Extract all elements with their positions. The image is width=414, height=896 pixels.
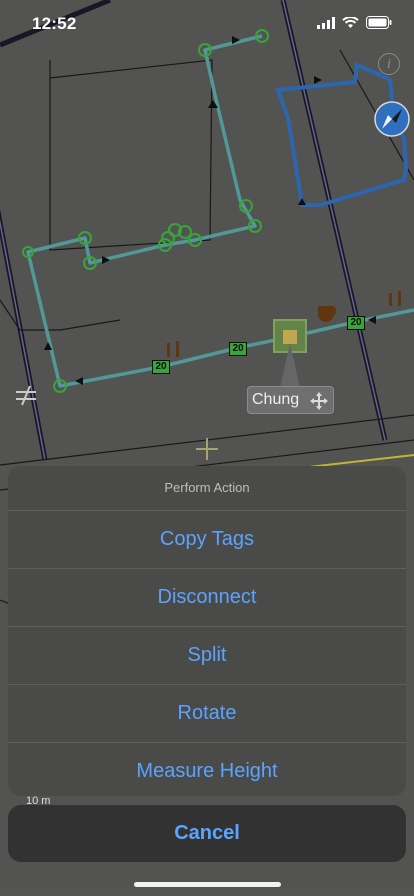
- cancel-button[interactable]: Cancel: [8, 805, 406, 862]
- copy-tags-button[interactable]: Copy Tags: [8, 511, 406, 569]
- status-bar: 12:52: [0, 0, 414, 44]
- action-sheet: Perform Action Copy Tags Disconnect Spli…: [8, 466, 406, 796]
- disconnect-button[interactable]: Disconnect: [8, 569, 406, 627]
- status-time: 12:52: [32, 14, 77, 33]
- home-indicator[interactable]: [134, 882, 281, 887]
- move-icon[interactable]: [310, 392, 328, 410]
- battery-icon: [366, 16, 392, 29]
- split-button[interactable]: Split: [8, 627, 406, 685]
- status-icons: [317, 16, 392, 29]
- action-sheet-title: Perform Action: [8, 466, 406, 511]
- compass-icon[interactable]: [374, 101, 410, 137]
- measure-height-button[interactable]: Measure Height: [8, 743, 406, 796]
- selected-object-callout[interactable]: Chung: [247, 386, 334, 414]
- rotate-button[interactable]: Rotate: [8, 685, 406, 743]
- info-icon[interactable]: i: [378, 53, 400, 75]
- wifi-icon: [342, 16, 359, 28]
- cellular-signal-icon: [317, 16, 335, 29]
- selected-object-name: Chung: [252, 391, 300, 408]
